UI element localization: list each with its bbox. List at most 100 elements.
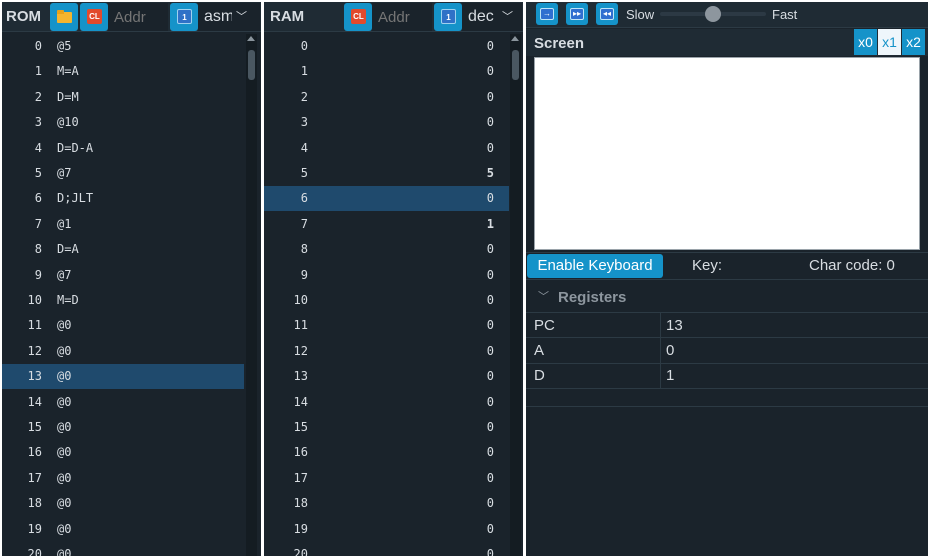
ram-row[interactable]: 12 0 — [264, 339, 509, 364]
screen-header: Screen x0 x1 x2 — [526, 29, 928, 56]
ram-row[interactable]: 00 — [264, 34, 509, 59]
rom-row-code: M=D — [57, 293, 79, 307]
scroll-up-icon[interactable] — [247, 36, 255, 41]
ram-row[interactable]: 71 — [264, 212, 509, 237]
ram-row-index: 13 — [293, 369, 308, 384]
rom-scrollbar[interactable] — [246, 34, 257, 556]
ram-row[interactable]: 16 0 — [264, 440, 509, 465]
zoom-x1-button[interactable]: x1 — [878, 29, 901, 55]
register-row: A0 — [526, 337, 928, 364]
step-icon: 1 — [441, 9, 456, 24]
rom-row[interactable]: 8 D=A — [2, 237, 244, 262]
rom-open-file-button[interactable] — [50, 3, 78, 31]
rom-row[interactable]: 6 D;JLT — [2, 186, 244, 211]
rom-row[interactable]: 4 D=D-A — [2, 136, 244, 161]
rom-row-code: @7 — [57, 166, 72, 180]
rom-row-code: @0 — [57, 343, 72, 358]
run-button[interactable]: ▸▸ — [566, 3, 588, 25]
ram-row-index: 10 — [293, 293, 308, 307]
ram-row[interactable]: 20 — [264, 85, 509, 110]
ram-row-index: 18 — [293, 496, 308, 511]
rom-row[interactable]: 9 @7 — [2, 263, 244, 288]
rom-row-code: D=A — [57, 242, 79, 257]
register-value: 13 — [666, 317, 683, 334]
chevron-down-icon: ﹀ — [502, 11, 513, 23]
zoom-x0-button[interactable]: x0 — [854, 29, 877, 55]
ram-row-value: 0 — [486, 547, 494, 556]
rom-row[interactable]: 14 @0 — [2, 390, 244, 415]
ram-scrollbar[interactable] — [510, 34, 521, 556]
ram-row-index: 11 — [293, 318, 308, 333]
ram-row[interactable]: 80 — [264, 237, 509, 262]
register-row: PC 13 — [526, 312, 928, 338]
rom-row-code: @0 — [57, 445, 72, 460]
rom-step-button[interactable]: 1 — [170, 3, 198, 31]
ram-row[interactable]: 13 0 — [264, 364, 509, 389]
ram-row[interactable]: 15 0 — [264, 415, 509, 440]
ram-format-select[interactable]: dec ﹀ — [462, 3, 522, 31]
rom-row-index: 7 — [34, 216, 42, 231]
rom-format-select[interactable]: asm ﹀ — [198, 3, 260, 31]
ram-row[interactable]: 10 0 — [264, 288, 509, 313]
rom-row[interactable]: 2 D=M — [2, 85, 244, 110]
ram-row-value: 0 — [486, 242, 494, 257]
ram-row[interactable]: 11 0 — [264, 313, 509, 338]
rom-row-index: 8 — [34, 242, 42, 257]
step-button[interactable]: → — [536, 3, 558, 25]
rom-row[interactable]: 13 @0 — [2, 364, 244, 390]
ram-row-index: 16 — [293, 445, 308, 460]
rom-row-index: 16 — [27, 445, 42, 460]
ram-row-value: 0 — [486, 318, 494, 333]
speed-slider[interactable] — [660, 6, 766, 22]
rom-row[interactable]: 20 @0 — [2, 542, 244, 556]
ram-row-value: 0 — [486, 369, 494, 384]
registers-header[interactable]: ﹀ Registers — [526, 283, 928, 311]
speed-slider-knob[interactable] — [705, 6, 721, 22]
rom-row-index: 3 — [34, 115, 42, 130]
reset-button[interactable]: ◂◂ — [596, 3, 618, 25]
rom-row[interactable]: 1 M=A — [2, 59, 244, 84]
rom-row[interactable]: 16 @0 — [2, 440, 244, 465]
ram-row-index: 0 — [300, 39, 308, 53]
rom-scroll-thumb[interactable] — [248, 50, 255, 80]
rom-row[interactable]: 15 @0 — [2, 415, 244, 440]
ram-scroll-thumb[interactable] — [512, 50, 519, 80]
rom-row[interactable]: 19 @0 — [2, 517, 244, 542]
ram-row[interactable]: 55 — [264, 161, 509, 186]
rom-row-index: 9 — [34, 267, 42, 282]
keyboard-row: Enable Keyboard Key: Char code: 0 — [526, 252, 928, 280]
ram-row[interactable]: 10 — [264, 59, 509, 84]
ram-row[interactable]: 17 0 — [264, 466, 509, 491]
rom-row-index: 2 — [34, 89, 42, 104]
ram-row-value: 0 — [486, 343, 494, 358]
rom-row-code: @1 — [57, 216, 72, 231]
ram-row-value: 1 — [486, 216, 494, 231]
rom-row[interactable]: 18 @0 — [2, 491, 244, 516]
rom-row[interactable]: 10 M=D — [2, 288, 244, 313]
ram-clear-button[interactable]: CL — [344, 3, 372, 31]
rom-clear-button[interactable]: CL — [80, 3, 108, 31]
ram-addr-input[interactable] — [372, 3, 432, 31]
rom-row[interactable]: 0 @5 — [2, 34, 244, 59]
rom-addr-input[interactable] — [108, 3, 168, 31]
rom-row[interactable]: 12 @0 — [2, 339, 244, 364]
ram-row[interactable]: 14 0 — [264, 390, 509, 415]
ram-row[interactable]: 18 0 — [264, 491, 509, 516]
rom-row-code: D=M — [57, 89, 79, 104]
ram-row[interactable]: 20 0 — [264, 542, 509, 556]
ram-row[interactable]: 40 — [264, 136, 509, 161]
ram-row[interactable]: 90 — [264, 263, 509, 288]
rom-row[interactable]: 7 @1 — [2, 212, 244, 237]
rom-row[interactable]: 5 @7 — [2, 161, 244, 186]
ram-step-button[interactable]: 1 — [434, 3, 462, 31]
scroll-up-icon[interactable] — [511, 36, 519, 41]
rom-row[interactable]: 17 @0 — [2, 466, 244, 491]
ram-row[interactable]: 30 — [264, 110, 509, 135]
rom-row[interactable]: 3 @10 — [2, 110, 244, 135]
ram-row[interactable]: 19 0 — [264, 517, 509, 542]
rom-row[interactable]: 11 @0 — [2, 313, 244, 338]
ram-row[interactable]: 60 — [264, 186, 509, 212]
rom-row-code: @7 — [57, 267, 72, 282]
zoom-x2-button[interactable]: x2 — [902, 29, 925, 55]
enable-keyboard-button[interactable]: Enable Keyboard — [527, 254, 663, 278]
